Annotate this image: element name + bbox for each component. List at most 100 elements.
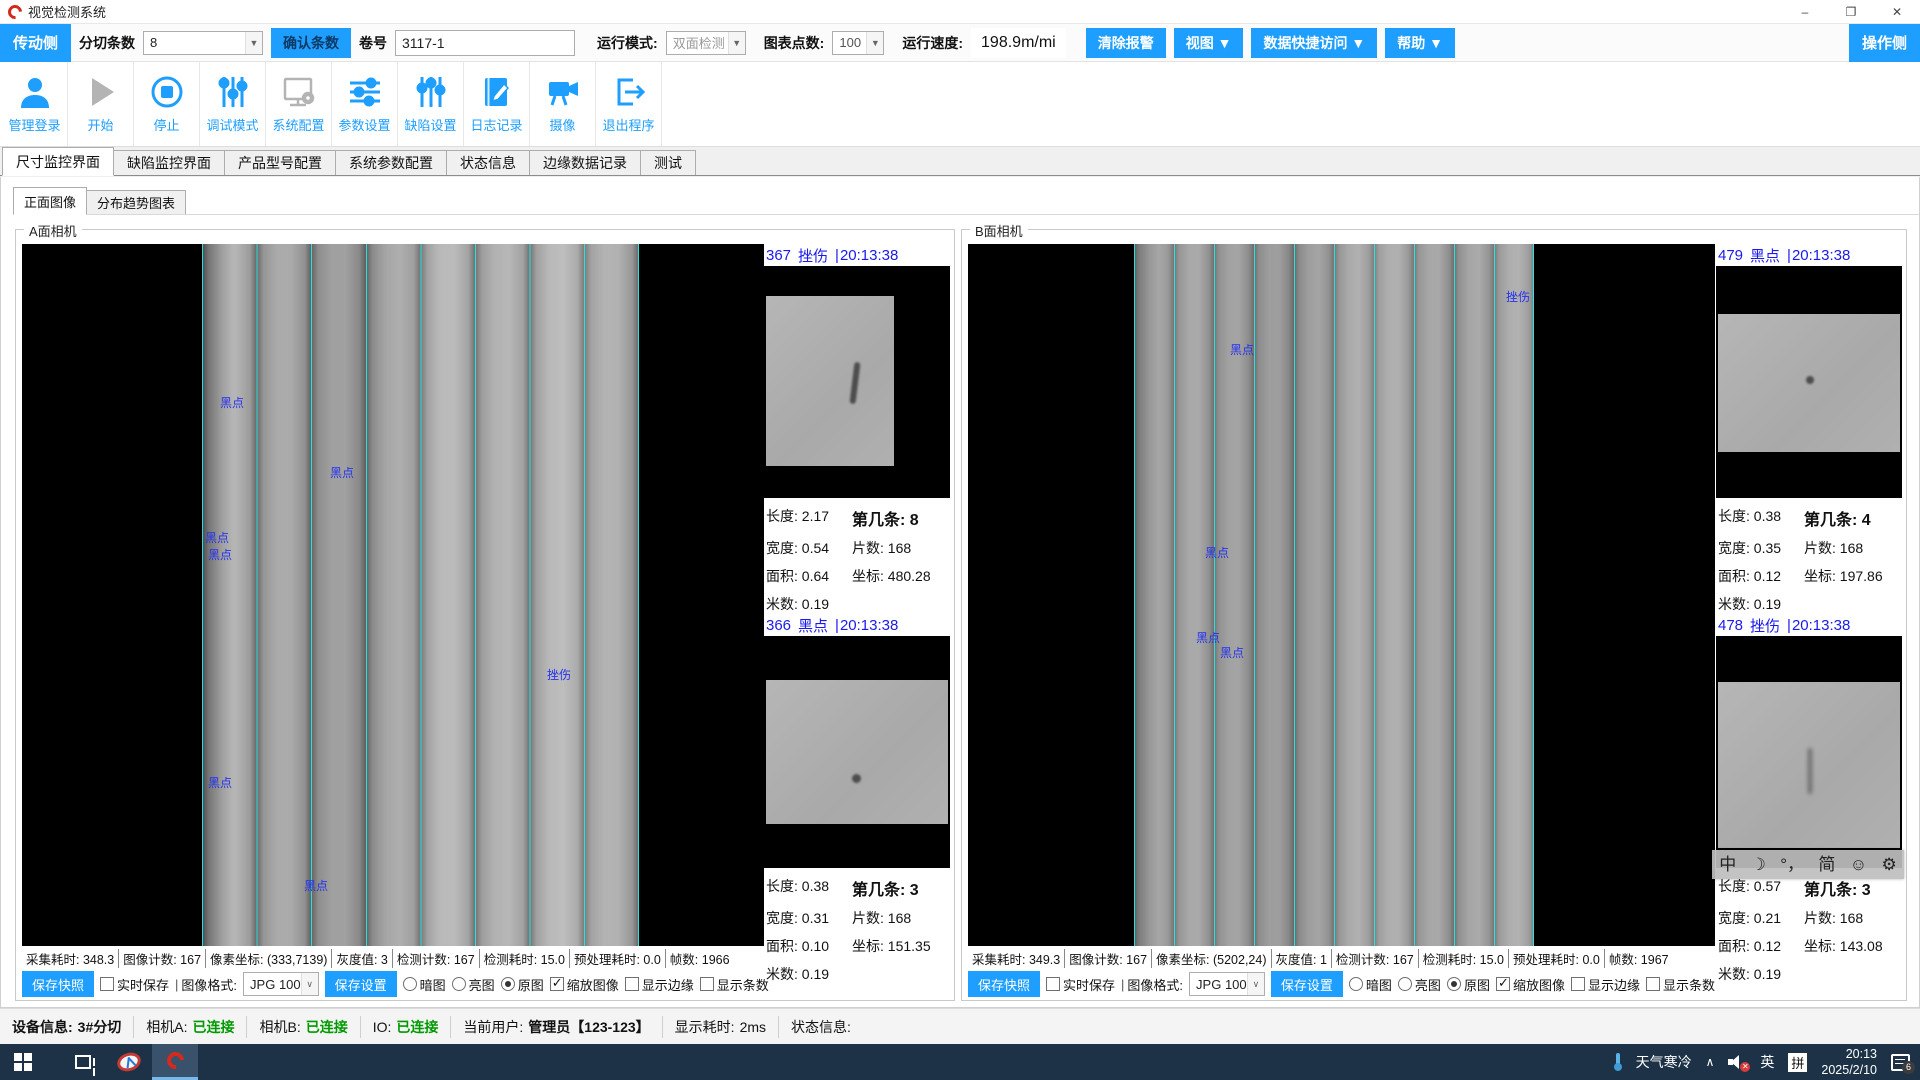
roll-number-input[interactable]: 3117-1 bbox=[395, 30, 575, 56]
maximize-button[interactable]: ❐ bbox=[1828, 0, 1874, 23]
subtab-trend-chart[interactable]: 分布趋势图表 bbox=[86, 190, 186, 214]
icon-toolbar: 管理登录 开始 停止 调试模式 系统配置 参数设置 缺陷设置 bbox=[0, 62, 1920, 147]
notification-center-icon[interactable]: 6 bbox=[1891, 1054, 1910, 1071]
confirm-count-button[interactable]: 确认条数 bbox=[271, 28, 351, 58]
defect-type: 黑点 bbox=[798, 615, 828, 636]
view-menu-button[interactable]: 视图 ▼ bbox=[1174, 28, 1244, 58]
camera-b-stats: 采集耗时: 349.3图像计数: 167像素坐标: (5202,24)灰度值: … bbox=[968, 948, 1715, 968]
defect-card[interactable]: 478 挫伤 20:13:38 长度: 0.57 第几条: 3 宽度: 0.21… bbox=[1716, 614, 1902, 976]
task-view-button[interactable] bbox=[60, 1044, 106, 1080]
save-snapshot-button[interactable]: 保存快照 bbox=[968, 971, 1040, 997]
parameter-settings-button[interactable]: 参数设置 bbox=[332, 62, 398, 146]
realtime-save-checkbox[interactable]: 实时保存 bbox=[100, 975, 169, 994]
slit-count-combo[interactable]: 8 ▼ bbox=[143, 31, 263, 55]
language-indicator[interactable]: 英 bbox=[1760, 1052, 1774, 1072]
device-info: 设备信息: 3#分切 bbox=[0, 1016, 134, 1038]
ime-fullwidth-icon[interactable]: ☽ bbox=[1751, 856, 1766, 873]
scratch-mark bbox=[1808, 748, 1812, 794]
tab-defect-monitor[interactable]: 缺陷监控界面 bbox=[113, 150, 225, 175]
debug-mode-button[interactable]: 调试模式 bbox=[200, 62, 266, 146]
capture-image-button[interactable]: 摄像 bbox=[530, 62, 596, 146]
save-settings-button[interactable]: 保存设置 bbox=[1271, 971, 1343, 997]
dark-image-radio[interactable]: 暗图 bbox=[1349, 975, 1392, 994]
ime-emoji-icon[interactable]: ☺ bbox=[1850, 856, 1867, 873]
save-snapshot-button[interactable]: 保存快照 bbox=[22, 971, 94, 997]
zoom-image-checkbox[interactable]: 缩放图像 bbox=[550, 975, 619, 994]
save-settings-button[interactable]: 保存设置 bbox=[325, 971, 397, 997]
system-config-button[interactable]: 系统配置 bbox=[266, 62, 332, 146]
zoom-image-checkbox[interactable]: 缩放图像 bbox=[1496, 975, 1565, 994]
run-mode-combo[interactable]: 双面检测 ▼ bbox=[666, 31, 746, 55]
ime-punctuation-icon[interactable]: °， bbox=[1780, 856, 1804, 873]
defect-marker-label: 黑点 bbox=[205, 529, 229, 546]
show-edge-checkbox[interactable]: 显示边缘 bbox=[1571, 975, 1640, 994]
minimize-button[interactable]: – bbox=[1782, 0, 1828, 23]
tab-size-monitor[interactable]: 尺寸监控界面 bbox=[2, 147, 114, 176]
exit-program-button[interactable]: 退出程序 bbox=[596, 62, 662, 146]
camera-a-live-image: 黑点 黑点 黑点 黑点 挫伤 黑点 黑点 bbox=[22, 244, 764, 946]
defect-marker-label: 黑点 bbox=[208, 774, 232, 791]
defect-info: 长度: 0.57 第几条: 3 宽度: 0.21 片数: 168 面积: 0.1… bbox=[1716, 868, 1902, 984]
show-edge-checkbox[interactable]: 显示边缘 bbox=[625, 975, 694, 994]
defect-card[interactable]: 367 挫伤 20:13:38 长度: 2.17 第几条: 8 宽度: 0.54… bbox=[764, 244, 950, 606]
hidden-icons-chevron[interactable]: ∧ bbox=[1706, 1055, 1715, 1069]
drive-side-button[interactable]: 传动侧 bbox=[0, 24, 71, 62]
run-mode-label: 运行模式: bbox=[597, 33, 658, 53]
start-button[interactable]: 开始 bbox=[68, 62, 134, 146]
clear-alarm-button[interactable]: 清除报警 bbox=[1086, 28, 1166, 58]
ime-simplified-toggle[interactable]: 简 bbox=[1818, 856, 1835, 873]
camera-b-title: B面相机 bbox=[970, 221, 1028, 240]
size-monitor-page: 正面图像 分布趋势图表 A面相机 黑点 黑点 黑点 黑点 挫伤 黑点 黑点 36… bbox=[0, 177, 1920, 1008]
thermometer-icon[interactable] bbox=[1614, 1053, 1622, 1071]
bright-image-radio[interactable]: 亮图 bbox=[1398, 975, 1441, 994]
show-count-checkbox[interactable]: 显示条数 bbox=[1646, 975, 1715, 994]
tab-edge-data-record[interactable]: 边缘数据记录 bbox=[529, 150, 641, 175]
exit-icon bbox=[611, 74, 647, 110]
tab-product-model-config[interactable]: 产品型号配置 bbox=[224, 150, 336, 175]
defect-thumbnail bbox=[764, 266, 950, 498]
ime-lang-toggle[interactable]: 中 bbox=[1719, 856, 1736, 873]
tab-system-parameter-config[interactable]: 系统参数配置 bbox=[335, 150, 447, 175]
defect-marker-label: 黑点 bbox=[1196, 629, 1220, 646]
operate-side-button[interactable]: 操作侧 bbox=[1849, 24, 1920, 62]
tab-test[interactable]: 测试 bbox=[640, 150, 696, 175]
tab-status-info[interactable]: 状态信息 bbox=[446, 150, 530, 175]
help-menu-button[interactable]: 帮助 ▼ bbox=[1385, 28, 1455, 58]
snipping-tool-button[interactable] bbox=[106, 1044, 152, 1080]
defect-card[interactable]: 366 黑点 20:13:38 长度: 0.38 第几条: 3 宽度: 0.31… bbox=[764, 614, 950, 976]
camera-b-defect-list: 479 黑点 20:13:38 长度: 0.38 第几条: 4 宽度: 0.35… bbox=[1716, 244, 1902, 996]
chart-points-label: 图表点数: bbox=[764, 33, 825, 53]
stop-button[interactable]: 停止 bbox=[134, 62, 200, 146]
defect-settings-button[interactable]: 缺陷设置 bbox=[398, 62, 464, 146]
vision-app-taskbar-button[interactable] bbox=[152, 1044, 198, 1080]
defect-thumbnail bbox=[1716, 266, 1902, 498]
raw-image-radio[interactable]: 原图 bbox=[1447, 975, 1490, 994]
show-count-checkbox[interactable]: 显示条数 bbox=[700, 975, 769, 994]
bright-image-radio[interactable]: 亮图 bbox=[452, 975, 495, 994]
data-quick-access-menu-button[interactable]: 数据快捷访问 ▼ bbox=[1251, 28, 1377, 58]
close-button[interactable]: ✕ bbox=[1874, 0, 1920, 23]
defect-marker-label: 黑点 bbox=[330, 464, 354, 481]
slit-count-value: 8 bbox=[150, 35, 157, 50]
muted-speaker-icon[interactable]: ✕ bbox=[1728, 1055, 1746, 1069]
window-title: 视觉检测系统 bbox=[28, 2, 106, 21]
image-format-combo[interactable]: JPG 100∨ bbox=[1189, 972, 1265, 996]
defect-time: 20:13:38 bbox=[1787, 247, 1850, 264]
realtime-save-checkbox[interactable]: 实时保存 bbox=[1046, 975, 1115, 994]
weather-text[interactable]: 天气寒冷 bbox=[1636, 1052, 1692, 1072]
ime-mode-indicator[interactable]: 拼 bbox=[1788, 1053, 1807, 1072]
image-format-combo[interactable]: JPG 100∨ bbox=[243, 972, 319, 996]
ime-settings-gear-icon[interactable]: ⚙ bbox=[1881, 856, 1896, 873]
defect-card[interactable]: 479 黑点 20:13:38 长度: 0.38 第几条: 4 宽度: 0.35… bbox=[1716, 244, 1902, 606]
start-button[interactable] bbox=[0, 1044, 46, 1080]
defect-type: 黑点 bbox=[1750, 245, 1780, 266]
dark-image-radio[interactable]: 暗图 bbox=[403, 975, 446, 994]
defect-info: 长度: 0.38 第几条: 4 宽度: 0.35 片数: 168 面积: 0.1… bbox=[1716, 498, 1902, 614]
subtab-front-image[interactable]: 正面图像 bbox=[13, 187, 87, 215]
admin-login-button[interactable]: 管理登录 bbox=[2, 62, 68, 146]
defect-time: 20:13:38 bbox=[1787, 617, 1850, 634]
chart-points-combo[interactable]: 100 ▼ bbox=[832, 31, 884, 55]
raw-image-radio[interactable]: 原图 bbox=[501, 975, 544, 994]
log-record-button[interactable]: 日志记录 bbox=[464, 62, 530, 146]
taskbar-clock[interactable]: 20:13 2025/2/10 bbox=[1821, 1046, 1877, 1079]
